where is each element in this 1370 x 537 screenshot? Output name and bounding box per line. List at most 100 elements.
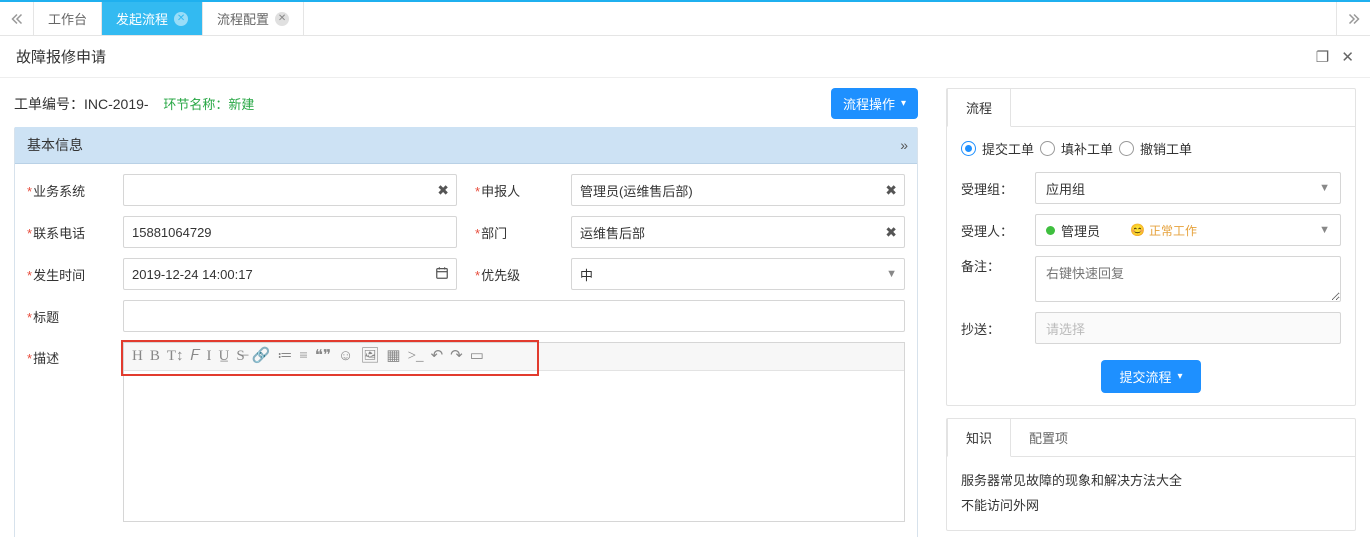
- heading-icon[interactable]: H: [132, 349, 143, 364]
- status-tag: 😊 正常工作: [1130, 222, 1197, 239]
- remark-textarea[interactable]: [1035, 256, 1341, 302]
- stage-label: 环节名称：新建: [163, 97, 254, 112]
- chevron-down-icon[interactable]: ▼: [886, 269, 897, 280]
- tabs-scroll-left[interactable]: [0, 2, 34, 35]
- label-title: 标题: [27, 307, 123, 326]
- chevron-down-icon: ▼: [1319, 224, 1330, 236]
- radio-dot-icon: [1119, 141, 1134, 156]
- kb-item[interactable]: 不能访问外网: [961, 494, 1341, 519]
- collapse-icon[interactable]: »: [900, 137, 905, 153]
- close-icon[interactable]: ✕: [1341, 49, 1354, 66]
- rich-text-editor: HB T↕ 𝐹I U̲ S̶ 🔗 ≔ ≡ ❝❞ ☺ 🖼 ▦ >_ ↶ ↷ ▭: [123, 342, 905, 522]
- panel-title: 基本信息: [27, 135, 83, 155]
- close-icon[interactable]: ✕: [275, 12, 289, 26]
- quote-icon[interactable]: ❝❞: [315, 349, 331, 364]
- submit-process-button[interactable]: 提交流程 ▾: [1101, 360, 1200, 393]
- emoji-icon[interactable]: ☺: [338, 349, 353, 364]
- tab-knowledge[interactable]: 知识: [947, 419, 1011, 457]
- link-icon[interactable]: 🔗: [252, 349, 271, 364]
- undo-icon[interactable]: ↶: [431, 349, 444, 364]
- label-priority: 优先级: [475, 265, 571, 284]
- radio-cancel[interactable]: 撤销工单: [1119, 139, 1192, 158]
- phone-input[interactable]: [123, 216, 457, 248]
- knowledge-panel: 知识 配置项 服务器常见故障的现象和解决方法大全 不能访问外网: [946, 418, 1356, 531]
- radio-dot-icon: [961, 141, 976, 156]
- fullscreen-icon[interactable]: ▭: [470, 349, 484, 364]
- page-header: 故障报修申请 ❐ ✕: [0, 36, 1370, 78]
- page-title: 故障报修申请: [16, 46, 106, 67]
- radio-fill[interactable]: 填补工单: [1040, 139, 1113, 158]
- label-desc: 描述: [27, 342, 123, 367]
- tab-label: 发起流程: [116, 9, 168, 28]
- code-icon[interactable]: >_: [408, 349, 424, 364]
- chevron-down-icon: ▼: [1319, 182, 1330, 194]
- order-line: 工单编号：INC-2019- 环节名称：新建 流程操作 ▾: [14, 88, 918, 119]
- priority-select[interactable]: [571, 258, 905, 290]
- redo-icon[interactable]: ↷: [450, 349, 463, 364]
- image-icon[interactable]: 🖼: [360, 349, 379, 364]
- tab-label: 工作台: [48, 9, 87, 28]
- radio-submit[interactable]: 提交工单: [961, 139, 1034, 158]
- tab-workbench[interactable]: 工作台: [34, 2, 102, 35]
- editor-body[interactable]: [124, 371, 904, 521]
- bold-icon[interactable]: B: [150, 349, 160, 364]
- person-select[interactable]: 管理员 😊 正常工作 ▼: [1035, 214, 1341, 246]
- time-input[interactable]: [123, 258, 457, 290]
- order-id-label: 工单编号：INC-2019-: [14, 96, 152, 112]
- basic-info-header: 基本信息 »: [15, 127, 917, 164]
- action-radio-group: 提交工单 填补工单 撤销工单: [961, 139, 1341, 158]
- double-chevron-left-icon: [11, 13, 23, 25]
- list-icon[interactable]: ≔: [277, 349, 292, 364]
- process-panel: 流程 提交工单 填补工单 撤销工单: [946, 88, 1356, 406]
- label-remark: 备注：: [961, 256, 1027, 275]
- strike-icon[interactable]: S̶: [236, 349, 244, 364]
- label-person: 受理人：: [961, 221, 1027, 240]
- basic-info-panel: 基本信息 » 业务系统 ✖ 申报人: [14, 127, 918, 537]
- tabs-scroll-right[interactable]: [1336, 2, 1370, 35]
- tab-process-config[interactable]: 流程配置 ✕: [203, 2, 304, 35]
- top-tab-bar: 工作台 发起流程 ✕ 流程配置 ✕: [0, 0, 1370, 36]
- align-icon[interactable]: ≡: [299, 349, 307, 364]
- chevron-down-icon: ▾: [901, 98, 906, 109]
- label-system: 业务系统: [27, 181, 123, 200]
- editor-toolbar: HB T↕ 𝐹I U̲ S̶ 🔗 ≔ ≡ ❝❞ ☺ 🖼 ▦ >_ ↶ ↷ ▭: [124, 343, 904, 371]
- tab-config[interactable]: 配置项: [1011, 419, 1086, 456]
- reporter-input[interactable]: [571, 174, 905, 206]
- process-panel-tabs: 流程: [947, 89, 1355, 127]
- double-chevron-right-icon: [1348, 13, 1360, 25]
- font-icon[interactable]: 𝐹: [191, 349, 200, 364]
- close-icon[interactable]: ✕: [174, 12, 188, 26]
- tab-flow[interactable]: 流程: [947, 89, 1011, 127]
- tab-start-process[interactable]: 发起流程 ✕: [102, 2, 203, 35]
- italic-icon[interactable]: I: [207, 349, 212, 364]
- process-action-button[interactable]: 流程操作 ▾: [831, 88, 918, 119]
- clear-icon[interactable]: ✖: [437, 183, 449, 197]
- label-dept: 部门: [475, 223, 571, 242]
- knowledge-panel-tabs: 知识 配置项: [947, 419, 1355, 457]
- clear-icon[interactable]: ✖: [885, 225, 897, 239]
- cc-select[interactable]: 请选择: [1035, 312, 1341, 344]
- clear-icon[interactable]: ✖: [885, 183, 897, 197]
- side-panel: 流程 提交工单 填补工单 撤销工单: [932, 78, 1370, 537]
- radio-dot-icon: [1040, 141, 1055, 156]
- group-select[interactable]: 应用组 ▼: [1035, 172, 1341, 204]
- system-input[interactable]: [123, 174, 457, 206]
- label-phone: 联系电话: [27, 223, 123, 242]
- label-reporter: 申报人: [475, 181, 571, 200]
- kb-item[interactable]: 服务器常见故障的现象和解决方法大全: [961, 469, 1341, 494]
- label-group: 受理组：: [961, 179, 1027, 198]
- calendar-icon[interactable]: [435, 266, 449, 282]
- maximize-icon[interactable]: ❐: [1316, 49, 1329, 66]
- dept-input[interactable]: [571, 216, 905, 248]
- font-size-icon[interactable]: T↕: [167, 349, 184, 364]
- label-cc: 抄送：: [961, 319, 1027, 338]
- tab-label: 流程配置: [217, 9, 269, 28]
- table-icon[interactable]: ▦: [386, 349, 400, 364]
- title-input[interactable]: [123, 300, 905, 332]
- page-header-actions: ❐ ✕: [1308, 48, 1354, 66]
- underline-icon[interactable]: U̲: [219, 349, 230, 364]
- status-dot-icon: [1046, 226, 1055, 235]
- chevron-down-icon: ▾: [1177, 371, 1182, 382]
- smile-icon: 😊: [1130, 223, 1145, 237]
- main-panel: 工单编号：INC-2019- 环节名称：新建 流程操作 ▾ 基本信息 »: [0, 78, 932, 537]
